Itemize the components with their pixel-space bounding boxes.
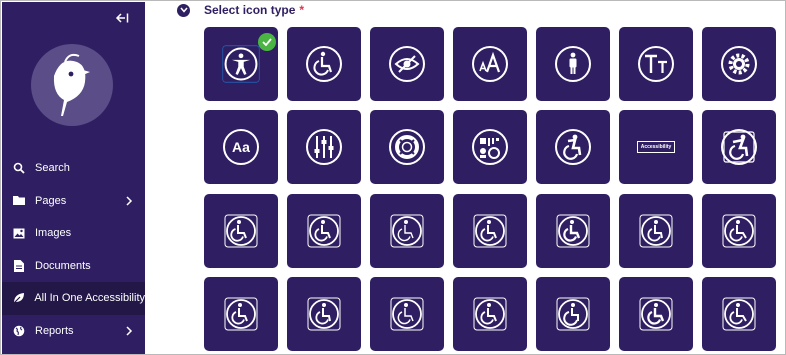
icon-option-wheelchair[interactable] [619,194,693,268]
sidebar-item-pages[interactable]: Pages [2,185,145,218]
icon-option-wheelchair[interactable] [619,277,693,351]
icon-option-text-height[interactable] [619,27,693,101]
icon-option-wheelchair[interactable] [702,194,776,268]
icon-option-wheelchair-active[interactable] [536,110,610,184]
person-standing-icon [553,44,593,84]
icon-option-font-aa[interactable]: Aa [204,110,278,184]
icon-option-wheelchair[interactable] [536,277,610,351]
icon-option-accessibility-person[interactable] [204,27,278,101]
sidebar-item-all-in-one-accessibility[interactable]: All In One Accessibility [2,282,145,315]
icon-option-sliders[interactable] [287,110,361,184]
text-size-icon [470,44,510,84]
icon-option-wheelchair[interactable] [204,194,278,268]
icon-option-lifebuoy[interactable] [370,110,444,184]
sidebar-item-images[interactable]: Images [2,217,145,250]
sidebar-item-label: Reports [35,324,74,337]
icon-option-person-standing[interactable] [536,27,610,101]
app-frame: Search Pages Images Documents All In One… [0,0,786,355]
section-header: Select icon type * [177,2,304,18]
logo [31,44,113,126]
icon-option-wheelchair[interactable] [370,194,444,268]
search-icon [12,161,26,175]
leaf-icon [12,291,25,305]
wheelchair-icon [553,211,593,251]
icon-option-wheelchair-circle[interactable] [287,27,361,101]
required-marker: * [299,3,305,17]
wheelchair-dynamic-icon [719,127,759,167]
svg-text:Aa: Aa [232,139,250,155]
wheelchair-icon [636,211,676,251]
text-height-icon [636,44,676,84]
icon-option-eye-slash[interactable] [370,27,444,101]
sidebar-item-label: Pages [35,194,67,207]
selected-check-icon [258,33,276,51]
icon-option-wheelchair[interactable] [536,194,610,268]
sidebar-item-reports[interactable]: Reports [2,315,145,348]
wheelchair-icon [221,211,261,251]
sidebar-item-label: Images [35,227,72,240]
eye-slash-icon [387,44,427,84]
folder-icon [12,194,26,208]
icon-option-gear[interactable] [702,27,776,101]
wheelchair-icon [387,211,427,251]
wheelchair-active-icon [553,127,593,167]
icon-option-wheelchair[interactable] [287,277,361,351]
accessibility-text-icon: Accessibility [636,127,676,167]
icon-option-wheelchair[interactable] [453,194,527,268]
wheelchair-icon [221,294,261,334]
icon-option-wheelchair[interactable] [370,277,444,351]
icon-option-accessibility-settings[interactable] [453,110,527,184]
wheelchair-icon [553,294,593,334]
wheelchair-circle-icon [304,44,344,84]
wheelchair-icon [470,294,510,334]
accessibility-person-icon [221,44,261,84]
gear-icon [719,44,759,84]
icon-option-wheelchair-dynamic[interactable] [702,110,776,184]
icon-option-wheelchair[interactable] [204,277,278,351]
sidebar-item-label: Documents [35,259,91,272]
section-title: Select icon type [204,3,296,17]
sidebar-item-documents[interactable]: Documents [2,250,145,283]
sliders-icon [304,127,344,167]
sidebar-nav: Search Pages Images Documents All In One… [2,152,145,347]
wheelchair-icon [470,211,510,251]
lifebuoy-icon [387,127,427,167]
icon-option-wheelchair[interactable] [453,277,527,351]
image-icon [12,226,26,240]
sidebar-item-label: Search [35,162,70,175]
icon-option-wheelchair[interactable] [702,277,776,351]
main-content: Select icon type * Aa Accessibility [145,2,785,354]
collapse-sidebar-icon[interactable] [115,12,129,24]
icon-option-text-size[interactable] [453,27,527,101]
document-icon [12,259,26,273]
globe-icon [12,324,26,338]
wheelchair-icon [636,294,676,334]
wheelchair-icon [719,211,759,251]
font-aa-icon: Aa [221,127,261,167]
icon-option-wheelchair[interactable] [287,194,361,268]
chevron-down-icon [179,7,188,13]
collapse-section-button[interactable] [177,3,190,17]
sidebar-item-search[interactable]: Search [2,152,145,185]
wheelchair-icon [719,294,759,334]
wheelchair-icon [387,294,427,334]
wheelchair-icon [304,294,344,334]
icon-option-accessibility-text[interactable]: Accessibility [619,110,693,184]
accessibility-settings-icon [470,127,510,167]
accessibility-text-label: Accessibility [636,141,676,153]
chevron-right-icon [126,196,133,206]
chevron-right-icon [126,326,133,336]
sidebar-item-label: All In One Accessibility [34,292,145,305]
wheelchair-icon [304,211,344,251]
sidebar: Search Pages Images Documents All In One… [2,2,145,354]
